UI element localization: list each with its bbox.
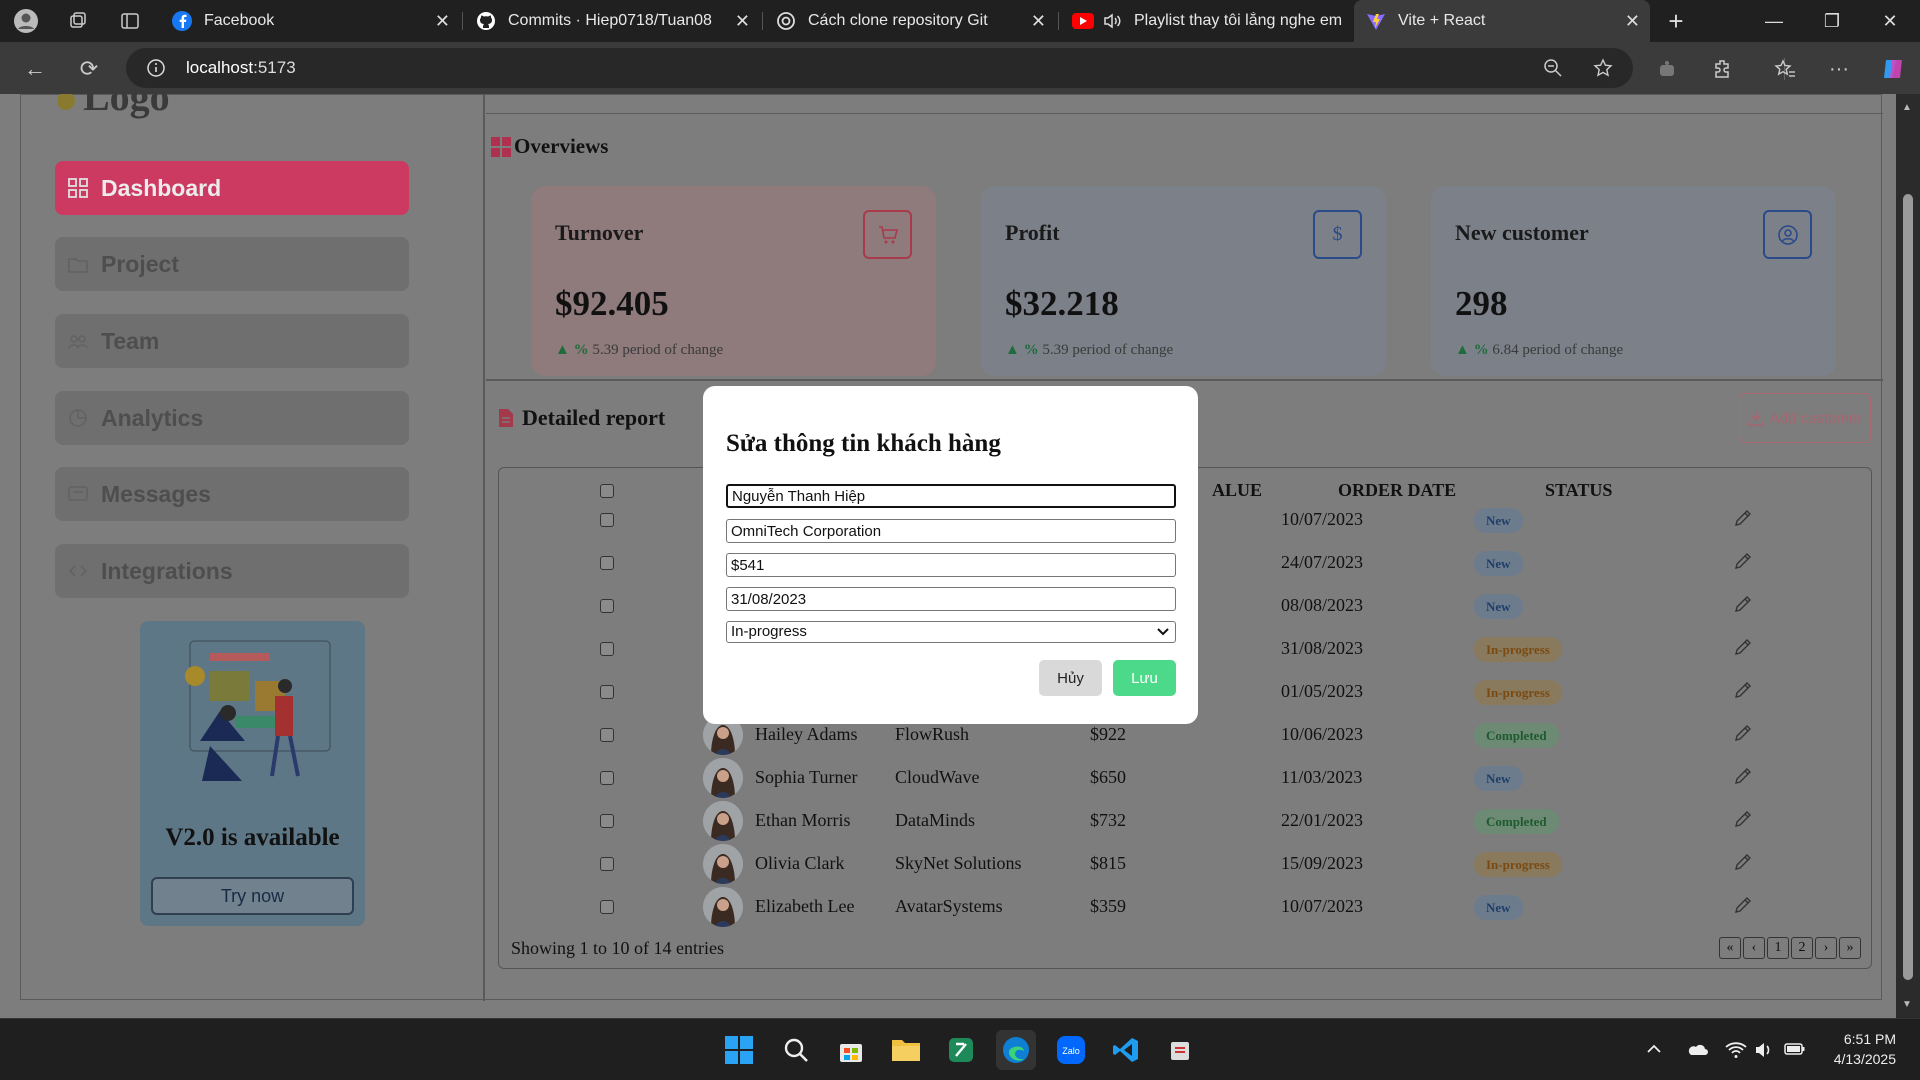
youtube-icon	[1072, 13, 1094, 29]
tab-title: Facebook	[204, 12, 275, 29]
name-input[interactable]	[726, 484, 1176, 508]
address-toolbar: ← ⟳ localhost:5173 ···	[0, 42, 1920, 94]
github-icon	[476, 11, 496, 31]
tab-title: Cách clone repository Git	[808, 12, 988, 29]
scroll-up-icon[interactable]: ▲	[1902, 102, 1912, 113]
company-input[interactable]	[726, 519, 1176, 543]
tab-youtube[interactable]: Playlist thay tôi lắng nghe em	[1060, 0, 1354, 42]
favorite-star-icon[interactable]	[1593, 58, 1613, 78]
copilot-extension-icon[interactable]	[1652, 54, 1682, 84]
modal-overlay[interactable]: Sửa thông tin khách hàng In-progress Hủy…	[0, 94, 1920, 1018]
address-bar[interactable]: localhost:5173	[126, 48, 1633, 88]
clock-date: 4/13/2025	[1833, 1051, 1896, 1067]
tab-title: Playlist thay tôi lắng nghe em	[1134, 12, 1343, 29]
back-button[interactable]: ←	[20, 54, 50, 84]
zalo-icon[interactable]: Zalo	[1051, 1030, 1091, 1070]
vscode-icon[interactable]	[1106, 1030, 1146, 1070]
more-menu-icon[interactable]: ···	[1824, 54, 1854, 84]
search-icon[interactable]	[776, 1030, 816, 1070]
volume-icon[interactable]	[1754, 1041, 1774, 1059]
new-tab-button[interactable]: +	[1662, 6, 1690, 36]
taskbar-clock[interactable]: 6:51 PM 4/13/2025	[1834, 1029, 1896, 1069]
tray-chevron-up-icon[interactable]	[1646, 1041, 1662, 1057]
tab-title: Vite + React	[1398, 12, 1486, 29]
vite-icon	[1366, 11, 1386, 31]
clock-time: 6:51 PM	[1843, 1031, 1896, 1047]
svg-text:Zalo: Zalo	[1062, 1046, 1080, 1056]
chevron-down-icon	[1157, 627, 1169, 635]
facebook-icon	[172, 11, 192, 31]
start-icon[interactable]	[719, 1030, 759, 1070]
status-select-value: In-progress	[731, 623, 807, 640]
close-tab-icon[interactable]: ✕	[735, 11, 750, 32]
favorites-icon[interactable]	[1770, 54, 1800, 84]
battery-icon[interactable]	[1784, 1041, 1806, 1057]
workspaces-icon[interactable]	[64, 7, 92, 35]
close-tab-icon[interactable]: ✕	[1031, 11, 1046, 32]
extensions-icon[interactable]	[1708, 54, 1738, 84]
close-window-button[interactable]: ✕	[1861, 0, 1919, 42]
zoom-icon[interactable]	[1543, 58, 1563, 78]
wifi-icon[interactable]	[1725, 1041, 1747, 1059]
chatgpt-icon	[776, 11, 796, 31]
windows-taskbar: Zalo 6:51 PM 4/13/2025	[0, 1018, 1920, 1080]
microsoft-store-icon[interactable]	[831, 1030, 871, 1070]
profile-icon[interactable]	[12, 7, 40, 35]
copilot-icon[interactable]	[1878, 54, 1908, 84]
tab-facebook[interactable]: Facebook ✕	[160, 0, 460, 42]
tab-chatgpt[interactable]: Cách clone repository Git ✕	[764, 0, 1056, 42]
page-scrollbar[interactable]: ▲ ▼	[1896, 94, 1920, 1018]
cancel-button[interactable]: Hủy	[1039, 660, 1102, 696]
save-button[interactable]: Lưu	[1113, 660, 1176, 696]
url-text: localhost:5173	[186, 58, 296, 77]
tab-github[interactable]: Commits · Hiep0718/Tuan08 ✕	[464, 0, 760, 42]
info-icon[interactable]	[146, 58, 166, 78]
close-tab-icon[interactable]: ✕	[1625, 11, 1640, 32]
onedrive-icon[interactable]	[1686, 1041, 1708, 1057]
refresh-button[interactable]: ⟳	[74, 54, 104, 84]
page-viewport: Logo Dashboard Project Team Analytics Me…	[0, 94, 1920, 1018]
tab-vite-react[interactable]: Vite + React ✕	[1354, 0, 1650, 42]
edge-icon[interactable]	[996, 1030, 1036, 1070]
minimize-button[interactable]: —	[1745, 0, 1803, 42]
file-explorer-icon[interactable]	[886, 1030, 926, 1070]
app-icon[interactable]	[941, 1030, 981, 1070]
scroll-thumb[interactable]	[1903, 194, 1913, 980]
restore-button[interactable]: ❐	[1803, 0, 1861, 42]
browser-tab-strip: Facebook ✕ Commits · Hiep0718/Tuan08 ✕ C…	[0, 0, 1920, 42]
speaker-icon[interactable]	[1102, 11, 1122, 31]
modal-title: Sửa thông tin khách hàng	[726, 430, 1001, 457]
snipping-tool-icon[interactable]	[1161, 1030, 1201, 1070]
order-date-input[interactable]	[726, 587, 1176, 611]
tab-actions-icon[interactable]	[116, 7, 144, 35]
edit-customer-modal: Sửa thông tin khách hàng In-progress Hủy…	[703, 386, 1198, 724]
status-select[interactable]: In-progress	[726, 621, 1176, 643]
scroll-down-icon[interactable]: ▼	[1902, 999, 1912, 1010]
close-tab-icon[interactable]: ✕	[435, 11, 450, 32]
tab-title: Commits · Hiep0718/Tuan08	[508, 12, 712, 29]
value-input[interactable]	[726, 553, 1176, 577]
